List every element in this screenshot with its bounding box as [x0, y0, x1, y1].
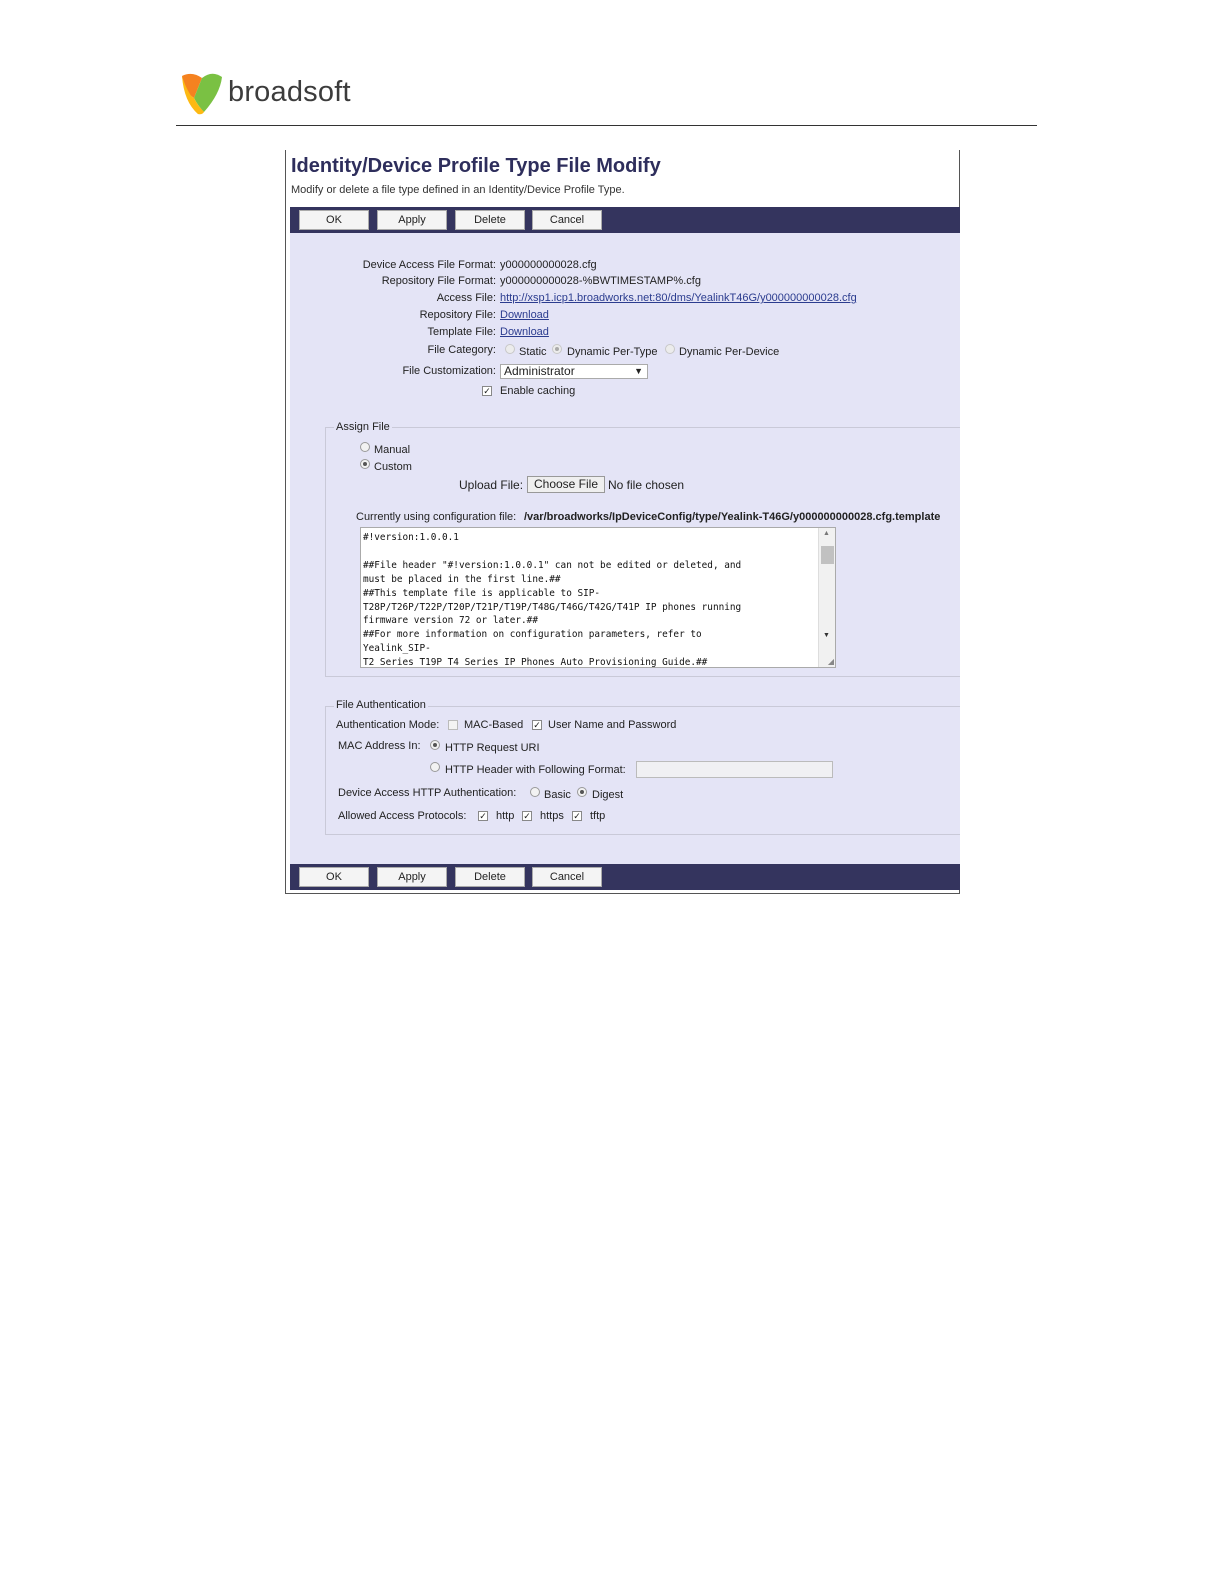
current-config-label: Currently using configuration file: — [356, 511, 517, 523]
http-auth-digest-radio[interactable] — [577, 787, 587, 797]
resize-grip-icon[interactable]: ◢ — [828, 657, 834, 666]
http-header-format-input[interactable] — [636, 761, 833, 778]
enable-caching-checkbox[interactable]: ✓ — [482, 386, 492, 396]
protocol-http-checkbox[interactable]: ✓ — [478, 811, 488, 821]
top-button-bar: OK Apply Delete Cancel — [290, 207, 960, 233]
access-file-label: Access File: — [436, 292, 496, 304]
scroll-thumb[interactable] — [821, 546, 834, 564]
http-request-uri-radio[interactable] — [430, 740, 440, 750]
http-header-label: HTTP Header with Following Format: — [445, 764, 626, 776]
template-file-label: Template File: — [427, 326, 496, 338]
allowed-protocols-label: Allowed Access Protocols: — [338, 810, 467, 822]
config-content-textarea[interactable]: #!version:1.0.0.1 ##File header "#!versi… — [360, 527, 836, 668]
upload-file-label: Upload File: — [459, 478, 524, 492]
repository-format-label: Repository File Format: — [381, 275, 496, 287]
assign-manual-label: Manual — [374, 444, 411, 456]
assign-manual-radio[interactable] — [360, 442, 370, 452]
mac-based-checkbox[interactable] — [448, 720, 458, 730]
no-file-chosen-text: No file chosen — [608, 478, 685, 492]
category-static-radio[interactable] — [505, 344, 515, 354]
scroll-down-icon[interactable]: ▼ — [823, 632, 830, 639]
http-header-radio[interactable] — [430, 762, 440, 772]
http-request-uri-label: HTTP Request URI — [445, 742, 540, 754]
cancel-button-bottom[interactable]: Cancel — [532, 867, 602, 887]
http-auth-label: Device Access HTTP Authentication: — [338, 787, 517, 799]
delete-button-bottom[interactable]: Delete — [455, 867, 525, 887]
assign-custom-radio[interactable] — [360, 459, 370, 469]
protocol-tftp-checkbox[interactable]: ✓ — [572, 811, 582, 821]
file-customization-select[interactable]: Administrator ▼ — [500, 364, 648, 379]
mac-based-label: MAC-Based — [464, 719, 524, 731]
cancel-button[interactable]: Cancel — [532, 210, 602, 230]
user-pass-label: User Name and Password — [548, 719, 677, 731]
page-description: Modify or delete a file type defined in … — [291, 184, 625, 196]
document-header: broadsoft — [176, 72, 1037, 126]
file-authentication-legend: File Authentication — [334, 699, 428, 711]
category-static-label: Static — [519, 346, 547, 358]
http-auth-digest-label: Digest — [592, 789, 624, 801]
textarea-scrollbar[interactable]: ▲ ▼ — [818, 528, 835, 667]
file-customization-label: File Customization: — [402, 365, 496, 377]
broadsoft-logo-icon — [182, 73, 222, 115]
broadsoft-wordmark: broadsoft — [228, 76, 351, 108]
profile-file-modify-window: Identity/Device Profile Type File Modify… — [285, 150, 960, 894]
category-dynamic-per-type-label: Dynamic Per-Type — [567, 346, 658, 358]
protocol-tftp-label: tftp — [590, 810, 606, 822]
choose-file-button[interactable]: Choose File — [527, 476, 605, 493]
delete-button[interactable]: Delete — [455, 210, 525, 230]
ok-button[interactable]: OK — [299, 210, 369, 230]
apply-button[interactable]: Apply — [377, 210, 447, 230]
auth-mode-label: Authentication Mode: — [336, 719, 440, 731]
protocol-http-label: http — [496, 810, 515, 822]
form-panel: Device Access File Format: y000000000028… — [290, 233, 960, 864]
scroll-up-icon[interactable]: ▲ — [823, 530, 830, 537]
http-auth-basic-radio[interactable] — [530, 787, 540, 797]
user-pass-checkbox[interactable]: ✓ — [532, 720, 542, 730]
device-access-value: y000000000028.cfg — [500, 259, 597, 271]
repository-download-link[interactable]: Download — [500, 309, 549, 321]
assign-file-legend: Assign File — [334, 421, 392, 433]
current-config-path: /var/broadworks/IpDeviceConfig/type/Yeal… — [524, 511, 941, 523]
file-customization-value: Administrator — [504, 364, 575, 378]
repository-format-value: y000000000028-%BWTIMESTAMP%.cfg — [500, 275, 701, 287]
file-category-label: File Category: — [427, 344, 496, 356]
repository-file-label: Repository File: — [419, 309, 496, 321]
page-title: Identity/Device Profile Type File Modify — [291, 155, 661, 177]
assign-custom-label: Custom — [374, 461, 412, 473]
device-access-label: Device Access File Format: — [362, 259, 496, 271]
ok-button-bottom[interactable]: OK — [299, 867, 369, 887]
category-dynamic-per-device-label: Dynamic Per-Device — [679, 346, 780, 358]
bottom-button-bar: OK Apply Delete Cancel — [290, 864, 960, 890]
config-content-text: #!version:1.0.0.1 ##File header "#!versi… — [363, 532, 742, 668]
mac-address-in-label: MAC Address In: — [338, 740, 421, 752]
dropdown-arrow-icon: ▼ — [634, 366, 643, 376]
http-auth-basic-label: Basic — [544, 789, 571, 801]
access-file-link[interactable]: http://xsp1.icp1.broadworks.net:80/dms/Y… — [500, 292, 857, 304]
category-dynamic-per-type-radio[interactable] — [552, 344, 562, 354]
enable-caching-label: Enable caching — [500, 385, 576, 397]
template-download-link[interactable]: Download — [500, 326, 549, 338]
protocol-https-label: https — [540, 810, 564, 822]
category-dynamic-per-device-radio[interactable] — [665, 344, 675, 354]
apply-button-bottom[interactable]: Apply — [377, 867, 447, 887]
protocol-https-checkbox[interactable]: ✓ — [522, 811, 532, 821]
